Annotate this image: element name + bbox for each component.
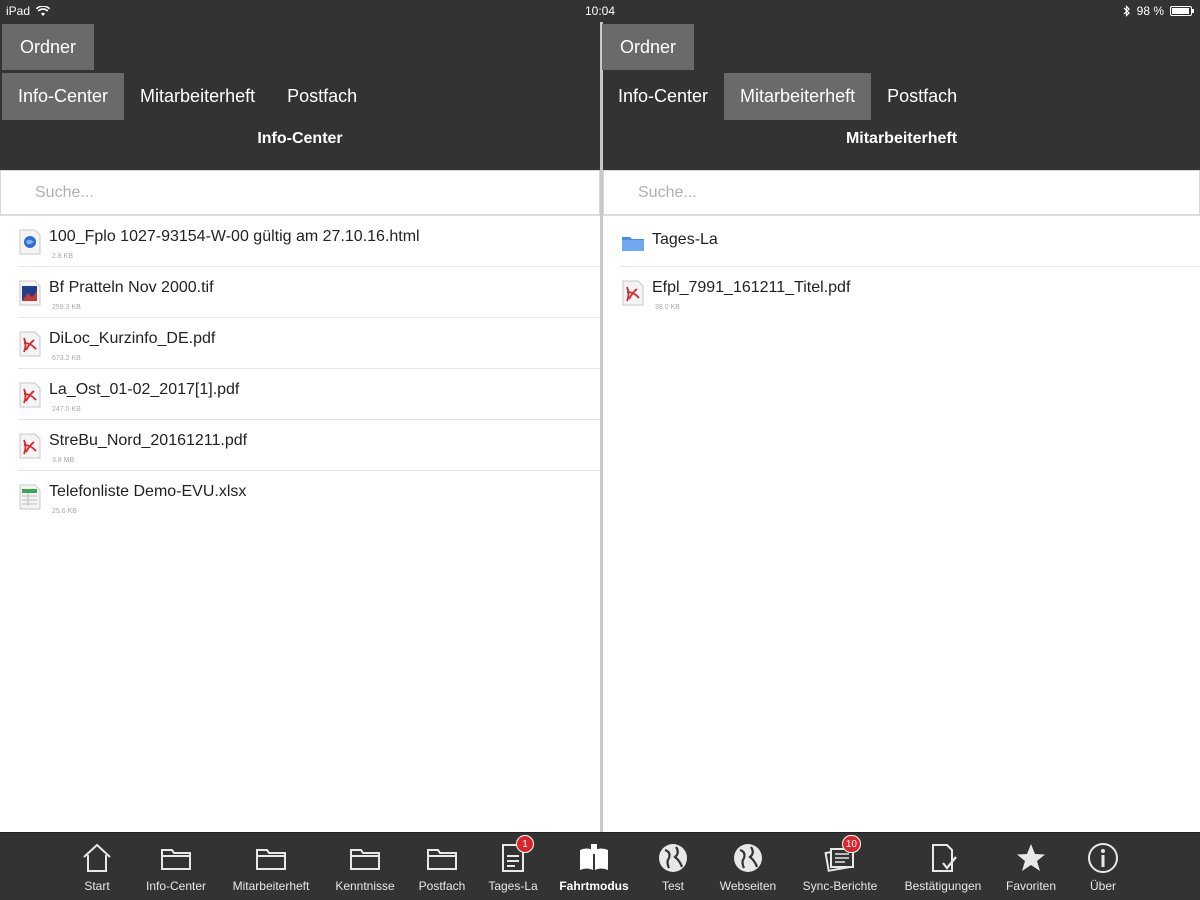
- globe-icon: [659, 844, 687, 872]
- confirm-document-icon: [932, 844, 957, 872]
- globe-icon: [734, 844, 762, 872]
- left-file-list: 100_Fplo 1027-93154-W-00 gültig am 27.10…: [0, 216, 600, 522]
- tabbar-item-start[interactable]: Start: [77, 841, 117, 893]
- tabbar-badge: 10: [841, 835, 861, 853]
- bluetooth-icon: [1123, 5, 1130, 17]
- left-tab-postfach[interactable]: Postfach: [271, 73, 373, 120]
- file-row[interactable]: Efpl_7991_161211_Titel.pdf 38.0 KB: [621, 267, 1200, 318]
- pdf-file-icon: [19, 382, 41, 408]
- tabbar-item-mitarbeiterheft[interactable]: Mitarbeiterheft: [224, 841, 318, 893]
- file-name: La_Ost_01-02_2017[1].pdf: [49, 381, 240, 398]
- right-pane-header: Ordner Info-Center Mitarbeiterheft Postf…: [602, 22, 1200, 170]
- bottom-tab-bar: Start Info-Center Mitarbeiterheft Kenntn…: [0, 832, 1200, 900]
- pdf-file-icon: [19, 331, 41, 357]
- tabbar-label: Kenntnisse: [335, 879, 395, 893]
- pdf-file-icon: [19, 433, 41, 459]
- left-tab-info-center[interactable]: Info-Center: [2, 73, 125, 120]
- right-pane: Ordner Info-Center Mitarbeiterheft Postf…: [600, 22, 1200, 832]
- file-size: 3.8 MB: [52, 457, 75, 464]
- folder-icon: [622, 237, 644, 251]
- left-pane: Ordner Info-Center Mitarbeiterheft Postf…: [0, 22, 600, 832]
- battery-icon: [1170, 6, 1194, 16]
- file-name: Efpl_7991_161211_Titel.pdf: [652, 279, 851, 296]
- tabbar-item-kenntnisse[interactable]: Kenntnisse: [328, 841, 402, 893]
- tabbar-item-test[interactable]: Test: [653, 841, 693, 893]
- tabbar-badge: 1: [516, 835, 534, 853]
- spreadsheet-file-icon: [19, 484, 41, 510]
- right-pane-tabs: Info-Center Mitarbeiterheft Postfach: [602, 73, 973, 120]
- folder-row[interactable]: Tages-La: [621, 216, 1200, 267]
- html-file-icon: [19, 229, 41, 255]
- left-tab-mitarbeiterheft[interactable]: Mitarbeiterheft: [124, 73, 271, 120]
- tabbar-label: Fahrtmodus: [559, 879, 629, 893]
- right-pane-title: Mitarbeiterheft: [845, 130, 958, 147]
- folder-icon: [427, 849, 457, 870]
- tabbar-item-ueber[interactable]: Über: [1083, 841, 1123, 893]
- file-size: 2.8 KB: [52, 253, 74, 260]
- file-row[interactable]: DiLoc_Kurzinfo_DE.pdf 673.2 KB: [18, 318, 600, 369]
- folder-icon: [161, 849, 191, 870]
- right-file-list: Tages-La Efpl_7991_161211_Titel.pdf 38.0…: [603, 216, 1200, 318]
- folder-icon: [350, 849, 380, 870]
- file-name: Bf Pratteln Nov 2000.tif: [49, 279, 214, 296]
- right-tab-mitarbeiterheft[interactable]: Mitarbeiterheft: [724, 73, 872, 120]
- left-search-input[interactable]: [0, 170, 600, 215]
- left-search-bar: [0, 170, 600, 216]
- file-size: 25.6 KB: [52, 508, 77, 515]
- pdf-file-icon: [622, 280, 644, 306]
- tabbar-label: Tages-La: [488, 879, 538, 893]
- tabbar-item-fahrtmodus[interactable]: Fahrtmodus: [554, 841, 634, 893]
- tabbar-label: Start: [84, 879, 110, 893]
- tabbar-item-webseiten[interactable]: Webseiten: [713, 841, 783, 893]
- tabbar-label: Mitarbeiterheft: [232, 879, 310, 893]
- file-size: 247.0 KB: [52, 406, 81, 413]
- star-icon: [1017, 844, 1045, 871]
- file-row[interactable]: La_Ost_01-02_2017[1].pdf 247.0 KB: [18, 369, 600, 420]
- file-name: DiLoc_Kurzinfo_DE.pdf: [49, 330, 216, 347]
- right-tab-info-center[interactable]: Info-Center: [602, 73, 724, 120]
- tabbar-item-postfach[interactable]: Postfach: [412, 841, 472, 893]
- file-size: 673.2 KB: [52, 355, 81, 362]
- left-pane-tabs: Info-Center Mitarbeiterheft Postfach: [2, 73, 373, 120]
- file-name: 100_Fplo 1027-93154-W-00 gültig am 27.10…: [49, 228, 420, 245]
- left-pane-title: Info-Center: [257, 130, 343, 147]
- tabbar-label: Info-Center: [145, 879, 207, 893]
- file-row[interactable]: StreBu_Nord_20161211.pdf 3.8 MB: [18, 420, 600, 471]
- tabbar-item-info-center[interactable]: Info-Center: [137, 841, 215, 893]
- home-icon: [83, 843, 111, 872]
- battery-percent: 98 %: [1136, 4, 1164, 18]
- tabbar-item-tages-la[interactable]: 1 Tages-La: [481, 835, 545, 893]
- image-file-icon: [19, 280, 41, 306]
- tabbar-label: Favoriten: [1005, 879, 1057, 893]
- file-row[interactable]: Bf Pratteln Nov 2000.tif 259.3 KB: [18, 267, 600, 318]
- file-name: StreBu_Nord_20161211.pdf: [49, 432, 248, 449]
- right-search-input[interactable]: [603, 170, 1200, 215]
- left-ordner-button[interactable]: Ordner: [2, 24, 94, 70]
- tabbar-label: Über: [1089, 879, 1116, 893]
- info-icon: [1088, 843, 1118, 873]
- file-size: 38.0 KB: [655, 304, 680, 311]
- status-bar: iPad 10:04 98 %: [0, 0, 1200, 22]
- file-name: Telefonliste Demo-EVU.xlsx: [49, 483, 247, 500]
- tabbar-label: Webseiten: [719, 879, 777, 893]
- file-row[interactable]: Telefonliste Demo-EVU.xlsx 25.6 KB: [18, 471, 600, 522]
- tabbar-item-bestaetigungen[interactable]: Bestätigungen: [896, 841, 990, 893]
- tabbar-label: Sync-Berichte: [802, 879, 878, 893]
- right-search-bar: [603, 170, 1200, 216]
- folder-name: Tages-La: [652, 231, 718, 248]
- tabbar-item-favoriten[interactable]: Favoriten: [1000, 841, 1062, 893]
- tabbar-label: Postfach: [418, 879, 466, 893]
- book-icon: [580, 844, 608, 870]
- folder-icon: [256, 849, 286, 870]
- tabbar-item-sync-berichte[interactable]: 10 Sync-Berichte: [793, 835, 887, 893]
- clock: 10:04: [584, 4, 616, 18]
- file-row[interactable]: 100_Fplo 1027-93154-W-00 gültig am 27.10…: [18, 216, 600, 267]
- right-tab-postfach[interactable]: Postfach: [871, 73, 973, 120]
- tabbar-label: Bestätigungen: [904, 879, 982, 893]
- tabbar-label: Test: [661, 879, 684, 893]
- file-size: 259.3 KB: [52, 304, 81, 311]
- right-ordner-button[interactable]: Ordner: [602, 24, 694, 70]
- left-pane-header: Ordner Info-Center Mitarbeiterheft Postf…: [0, 22, 600, 170]
